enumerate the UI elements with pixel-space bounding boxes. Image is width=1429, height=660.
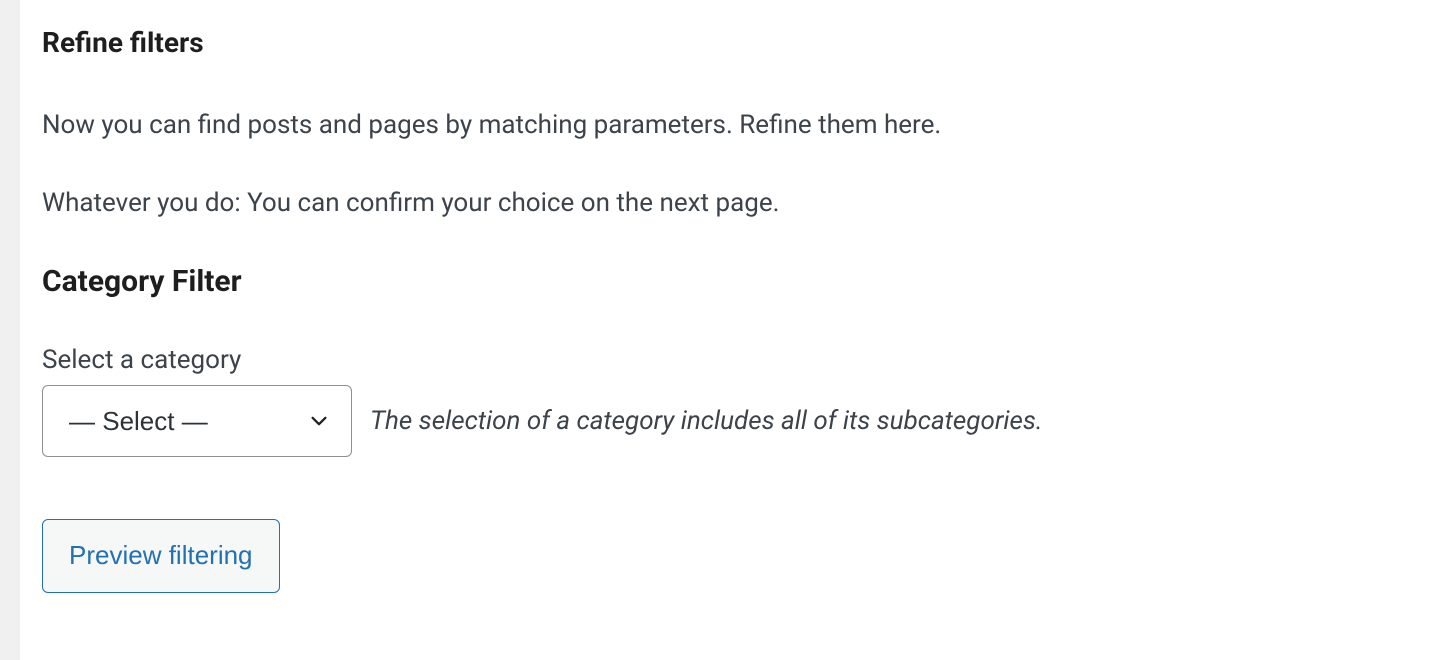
category-filter-heading: Category Filter	[42, 264, 1389, 299]
category-select-row: — Select — The selection of a category i…	[42, 385, 1389, 457]
section-title: Refine filters	[42, 26, 1389, 59]
actions-row: Preview filtering	[42, 519, 1389, 593]
left-gutter	[0, 0, 20, 660]
intro-paragraph-1: Now you can find posts and pages by matc…	[42, 107, 1389, 143]
category-select[interactable]: — Select —	[42, 385, 352, 457]
intro-paragraph-2: Whatever you do: You can confirm your ch…	[42, 185, 1389, 221]
category-select-label: Select a category	[42, 345, 1389, 375]
category-select-wrap: — Select —	[42, 385, 352, 457]
refine-filters-panel: Refine filters Now you can find posts an…	[42, 26, 1389, 593]
category-select-hint: The selection of a category includes all…	[370, 406, 1043, 436]
preview-filtering-button[interactable]: Preview filtering	[42, 519, 280, 593]
